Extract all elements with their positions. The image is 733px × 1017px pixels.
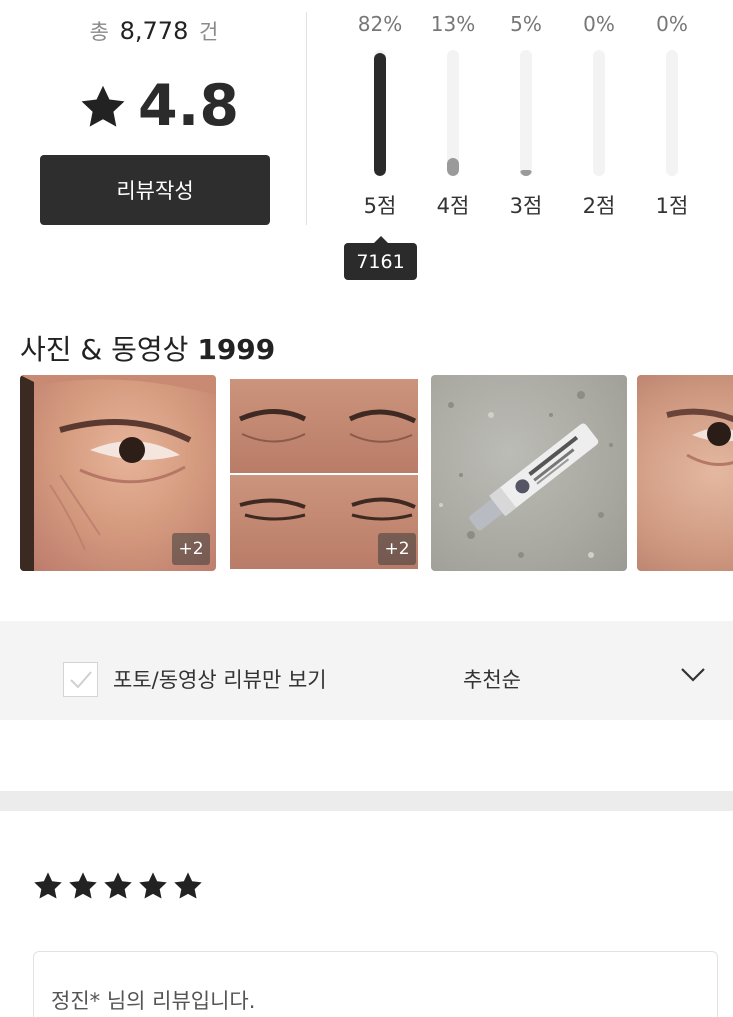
star-icon: [104, 872, 132, 899]
chevron-down-icon[interactable]: [680, 667, 706, 683]
summary-divider: [306, 12, 307, 225]
rating-bar-track: [447, 50, 459, 176]
photo-thumbnail[interactable]: +2: [226, 375, 422, 571]
rating-bar-track: [520, 50, 532, 176]
rating-column-5[interactable]: 82% 5점: [345, 0, 415, 230]
total-review-count: 총 8,778 건: [0, 16, 308, 46]
write-review-button[interactable]: 리뷰작성: [40, 155, 270, 225]
check-icon: [70, 671, 92, 689]
star-icon: [34, 872, 62, 899]
rating-count-tooltip: 7161: [344, 236, 417, 280]
review-filter-bar: 포토/동영상 리뷰만 보기 추천순: [0, 621, 733, 720]
sort-select[interactable]: 추천순: [463, 664, 521, 694]
eye-cream-tube-photo-icon: [439, 391, 613, 558]
rating-label: 5점: [363, 194, 397, 218]
review-star-rating: [32, 870, 204, 902]
star-icon: [69, 872, 97, 899]
star-icon: [139, 872, 167, 899]
photo-thumbnail[interactable]: [431, 375, 627, 571]
rating-summary: 총 8,778 건 4.8 리뷰작성 82% 5점 13% 4점 5% 3점 0…: [0, 0, 733, 300]
rating-bar-track: [593, 50, 605, 176]
section-separator: [0, 791, 733, 811]
photo-thumbnail[interactable]: [637, 375, 733, 571]
face-eye-photo-icon: [666, 408, 733, 466]
more-photos-badge: +2: [172, 533, 210, 565]
rating-label: 2점: [582, 194, 616, 218]
photo-only-checkbox[interactable]: [63, 662, 98, 697]
rating-label: 1점: [655, 194, 689, 218]
rating-bar-fill: [520, 170, 532, 176]
rating-percent: 82%: [357, 12, 403, 36]
photo-section-label: 사진 & 동영상: [20, 333, 189, 366]
closed-eyes-photo-icon: [230, 379, 418, 473]
photo-section-title: 사진 & 동영상 1999: [20, 328, 275, 368]
rating-overview: 총 8,778 건 4.8 리뷰작성: [0, 0, 308, 230]
rating-percent: 5%: [510, 12, 542, 36]
star-icon: [81, 85, 125, 127]
rating-column-4[interactable]: 13% 4점: [418, 0, 488, 230]
rating-bar-fill: [374, 53, 386, 176]
rating-bar-track: [666, 50, 678, 176]
photo-section-count: 1999: [197, 333, 276, 366]
average-score: 4.8: [138, 73, 239, 139]
more-photos-badge: +2: [378, 533, 416, 565]
total-number: 8,778: [119, 17, 189, 45]
rating-bar-fill: [447, 158, 459, 176]
photo-thumbnail[interactable]: +2: [20, 375, 216, 571]
rating-label: 4점: [436, 194, 470, 218]
average-rating: 4.8: [78, 78, 239, 135]
review-author: 정진* 님의 리뷰입니다.: [51, 989, 256, 1013]
rating-percent: 13%: [430, 12, 476, 36]
photo-thumbnails: +2 +2: [20, 375, 733, 571]
star-icon: [174, 872, 202, 899]
rating-column-3[interactable]: 5% 3점: [491, 0, 561, 230]
rating-percent: 0%: [656, 12, 688, 36]
review-card: 정진* 님의 리뷰입니다.: [33, 951, 718, 1017]
total-prefix: 총: [89, 20, 109, 44]
rating-column-1[interactable]: 0% 1점: [637, 0, 707, 230]
photo-only-label[interactable]: 포토/동영상 리뷰만 보기: [113, 664, 327, 694]
rating-bar-track: [374, 50, 386, 176]
total-suffix: 건: [199, 20, 219, 44]
rating-percent: 0%: [583, 12, 615, 36]
rating-column-2[interactable]: 0% 2점: [564, 0, 634, 230]
rating-label: 3점: [509, 194, 543, 218]
